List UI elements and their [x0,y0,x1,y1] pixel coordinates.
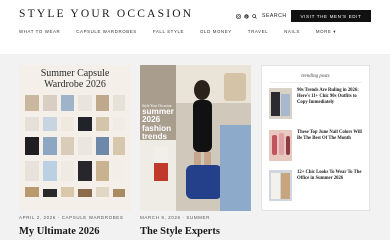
post-image-capsule-wardrobe[interactable]: Summer Capsule Wardrobe 2026 [19,65,131,211]
thumbnail-image [269,170,292,201]
trending-thumbnail[interactable] [269,170,292,201]
nav-item-capsule-wardrobes[interactable]: CAPSULE WARDROBES [76,29,137,35]
instagram-icon[interactable] [236,13,241,19]
trending-item-title[interactable]: These Top June Nail Colors Will Be The B… [297,130,367,142]
site-logo[interactable]: STYLE YOUR OCCASION [19,8,193,20]
trending-item-title[interactable]: 12+ Chic Looks To Wear To The Office in … [297,170,367,182]
nav-item-nails[interactable]: NAILS [284,29,300,35]
post-title[interactable]: My Ultimate 2026 [19,226,99,237]
header-utilities: p SEARCH [236,13,287,19]
capsule-overlay-title: Summer Capsule Wardrobe 2026 [40,68,110,90]
post-image-summer-trends[interactable]: Style Your Occasion summer 2026 fashion … [140,65,251,211]
nav-item-old-money[interactable]: OLD MONEY [200,29,232,35]
pinterest-icon[interactable]: p [244,13,249,19]
site-header: STYLE YOUR OCCASION p SEARCH VISIT THE M… [0,0,390,54]
post-meta[interactable]: MARCH 9, 2026 · SUMMER [140,215,210,220]
nav-item-travel[interactable]: TRAVEL [248,29,268,35]
post-title[interactable]: The Style Experts [140,226,220,237]
trending-item-title[interactable]: 90s Trends Are Ruling in 2026: Here's 11… [297,88,367,107]
nav-item-more[interactable]: MORE ▾ [316,29,336,35]
thumbnail-image [269,88,292,119]
nav-item-fall-style[interactable]: FALL STYLE [153,29,184,35]
post-meta[interactable]: APRIL 2, 2026 · CAPSULE WARDROBES [19,215,124,220]
summer-trends-overlay-title: summer 2026 fashion trends [142,107,174,142]
mens-edit-button[interactable]: VISIT THE MEN'S EDIT [291,10,371,22]
search-icon[interactable] [252,13,257,19]
search-label[interactable]: SEARCH [262,13,287,19]
trending-thumbnail[interactable] [269,130,292,161]
nav-item-what-to-wear[interactable]: WHAT TO WEAR [19,29,60,35]
trending-heading: trending posts [301,74,330,79]
trending-thumbnail[interactable] [269,88,292,119]
svg-text:p: p [246,14,248,18]
main-nav: WHAT TO WEAR CAPSULE WARDROBES FALL STYL… [19,29,352,35]
trending-posts-widget: trending posts 90s Trends Are Ruling in … [261,65,370,211]
thumbnail-image [269,130,292,161]
divider [270,82,362,83]
